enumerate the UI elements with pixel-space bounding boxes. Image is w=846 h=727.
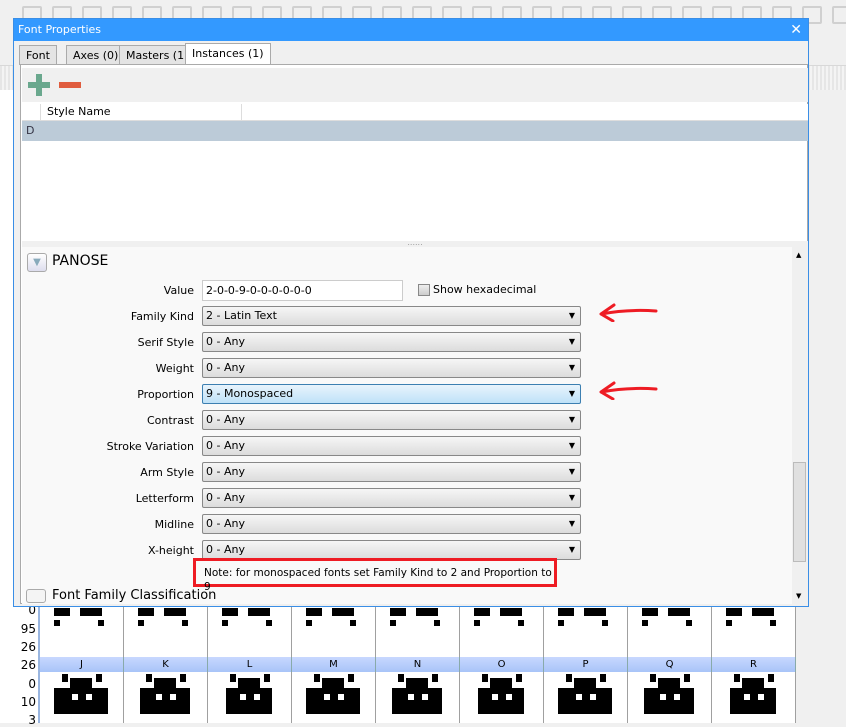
metric-value: 3	[28, 713, 36, 727]
dropdown-arrow-icon: ▼	[568, 311, 575, 320]
field-label: Proportion	[137, 388, 194, 401]
dropdown-arrow-icon: ▼	[568, 493, 575, 502]
dropdown-arrow-icon: ▼	[568, 337, 575, 346]
tab-axes[interactable]: Axes (0)	[66, 45, 126, 65]
field-select[interactable]: 0 - Any ▼	[202, 436, 581, 456]
field-label: Serif Style	[137, 336, 194, 349]
field-select[interactable]: 0 - Any ▼	[202, 410, 581, 430]
dropdown-arrow-icon: ▼	[568, 519, 575, 528]
selected-value: 0 - Any	[206, 543, 245, 556]
selected-value: 0 - Any	[206, 335, 245, 348]
metric-value: 26	[20, 658, 36, 673]
scroll-thumb[interactable]	[793, 462, 806, 562]
minus-icon[interactable]	[59, 82, 81, 88]
tab-instances[interactable]: Instances (1)	[185, 43, 271, 65]
dialog-title: Font Properties	[18, 23, 102, 36]
next-section-title: Font Family Classification	[52, 588, 217, 603]
selected-value: 0 - Any	[206, 517, 245, 530]
field-label: Family Kind	[130, 310, 194, 323]
dropdown-arrow-icon: ▼	[568, 545, 575, 554]
selected-value: 9 - Monospaced	[206, 387, 294, 400]
note-text: Note: for monospaced fonts set Family Ki…	[204, 567, 552, 593]
dropdown-arrow-icon: ▼	[568, 415, 575, 424]
red-arrow-annotation-icon	[599, 303, 658, 322]
field-select[interactable]: 0 - Any ▼	[202, 540, 581, 560]
panose-value-input[interactable]: 2-0-0-9-0-0-0-0-0-0	[202, 280, 403, 301]
panose-panel: ▼ PANOSE Value 2-0-0-9-0-0-0-0-0-0 Show …	[22, 247, 792, 604]
chevron-down-icon[interactable]: ▼	[27, 253, 47, 272]
selected-value: 0 - Any	[206, 361, 245, 374]
metric-value: 95	[20, 621, 36, 636]
glyph-image	[306, 608, 360, 714]
glyph-image	[558, 608, 612, 714]
glyph-image	[390, 608, 442, 714]
show-hex-checkbox[interactable]	[418, 284, 430, 296]
show-hex-label: Show hexadecimal	[433, 283, 537, 296]
field-select[interactable]: 0 - Any ▼	[202, 488, 581, 508]
glyph-image	[726, 608, 776, 714]
glyph-image	[222, 608, 272, 714]
field-label: Letterform	[135, 492, 194, 505]
selected-value: 0 - Any	[206, 491, 245, 504]
panel-scrollbar[interactable]: ▲ ▼	[792, 247, 808, 604]
glyph-image	[642, 608, 694, 714]
dropdown-arrow-icon: ▼	[568, 467, 575, 476]
glyph-image	[138, 608, 190, 714]
glyph-image	[54, 608, 108, 714]
selected-value: 2 - Latin Text	[206, 309, 277, 322]
field-label: X-height	[147, 544, 194, 557]
field-select[interactable]: 9 - Monospaced ▼	[202, 384, 581, 404]
column-style-name[interactable]: Style Name	[40, 104, 242, 120]
tab-font[interactable]: Font	[19, 45, 57, 65]
monospace-note: Note: for monospaced fonts set Family Ki…	[193, 558, 557, 593]
field-label: Stroke Variation	[106, 440, 194, 453]
metric-value: 26	[20, 640, 36, 654]
selected-value: 0 - Any	[206, 465, 245, 478]
red-arrow-annotation-icon	[599, 381, 658, 400]
metric-value: 10	[20, 694, 36, 709]
font-properties-dialog: Font Properties ✕ Font Axes (0) Masters (1…	[13, 18, 809, 607]
dropdown-arrow-icon: ▼	[568, 441, 575, 450]
glyph-image	[474, 608, 524, 714]
expand-classification-icon[interactable]	[26, 589, 46, 603]
metric-value: 0	[28, 676, 36, 691]
field-select[interactable]: 0 - Any ▼	[202, 332, 581, 352]
instance-actions	[22, 68, 808, 102]
selected-value: 0 - Any	[206, 439, 245, 452]
selected-value: 0 - Any	[206, 413, 245, 426]
section-title: PANOSE	[52, 253, 109, 269]
field-label: Midline	[154, 518, 194, 531]
field-select[interactable]: 0 - Any ▼	[202, 514, 581, 534]
scroll-up-icon[interactable]: ▲	[796, 251, 801, 259]
toolbar-tool-icon[interactable]	[832, 6, 846, 24]
dropdown-arrow-icon: ▼	[568, 363, 575, 372]
field-label: Weight	[155, 362, 194, 375]
table-row[interactable]: D	[22, 121, 808, 141]
instances-tab-content: Style Name D ...... ▼ PANOSE Value 2-0-0…	[20, 64, 808, 604]
field-select[interactable]: 0 - Any ▼	[202, 462, 581, 482]
tab-masters[interactable]: Masters (1)	[119, 45, 196, 65]
plus-icon[interactable]	[28, 74, 50, 96]
value-label: Value	[163, 284, 194, 297]
field-select[interactable]: 2 - Latin Text ▼	[202, 306, 581, 326]
field-label: Contrast	[146, 414, 194, 427]
table-header: Style Name	[22, 104, 808, 121]
field-select[interactable]: 0 - Any ▼	[202, 358, 581, 378]
close-icon[interactable]: ✕	[790, 19, 802, 41]
field-label: Arm Style	[140, 466, 194, 479]
scroll-down-icon[interactable]: ▼	[796, 592, 801, 600]
dialog-titlebar: Font Properties	[14, 19, 808, 41]
glyph-grid: JKLMNOPQR	[40, 606, 796, 723]
dropdown-arrow-icon: ▼	[568, 389, 575, 398]
